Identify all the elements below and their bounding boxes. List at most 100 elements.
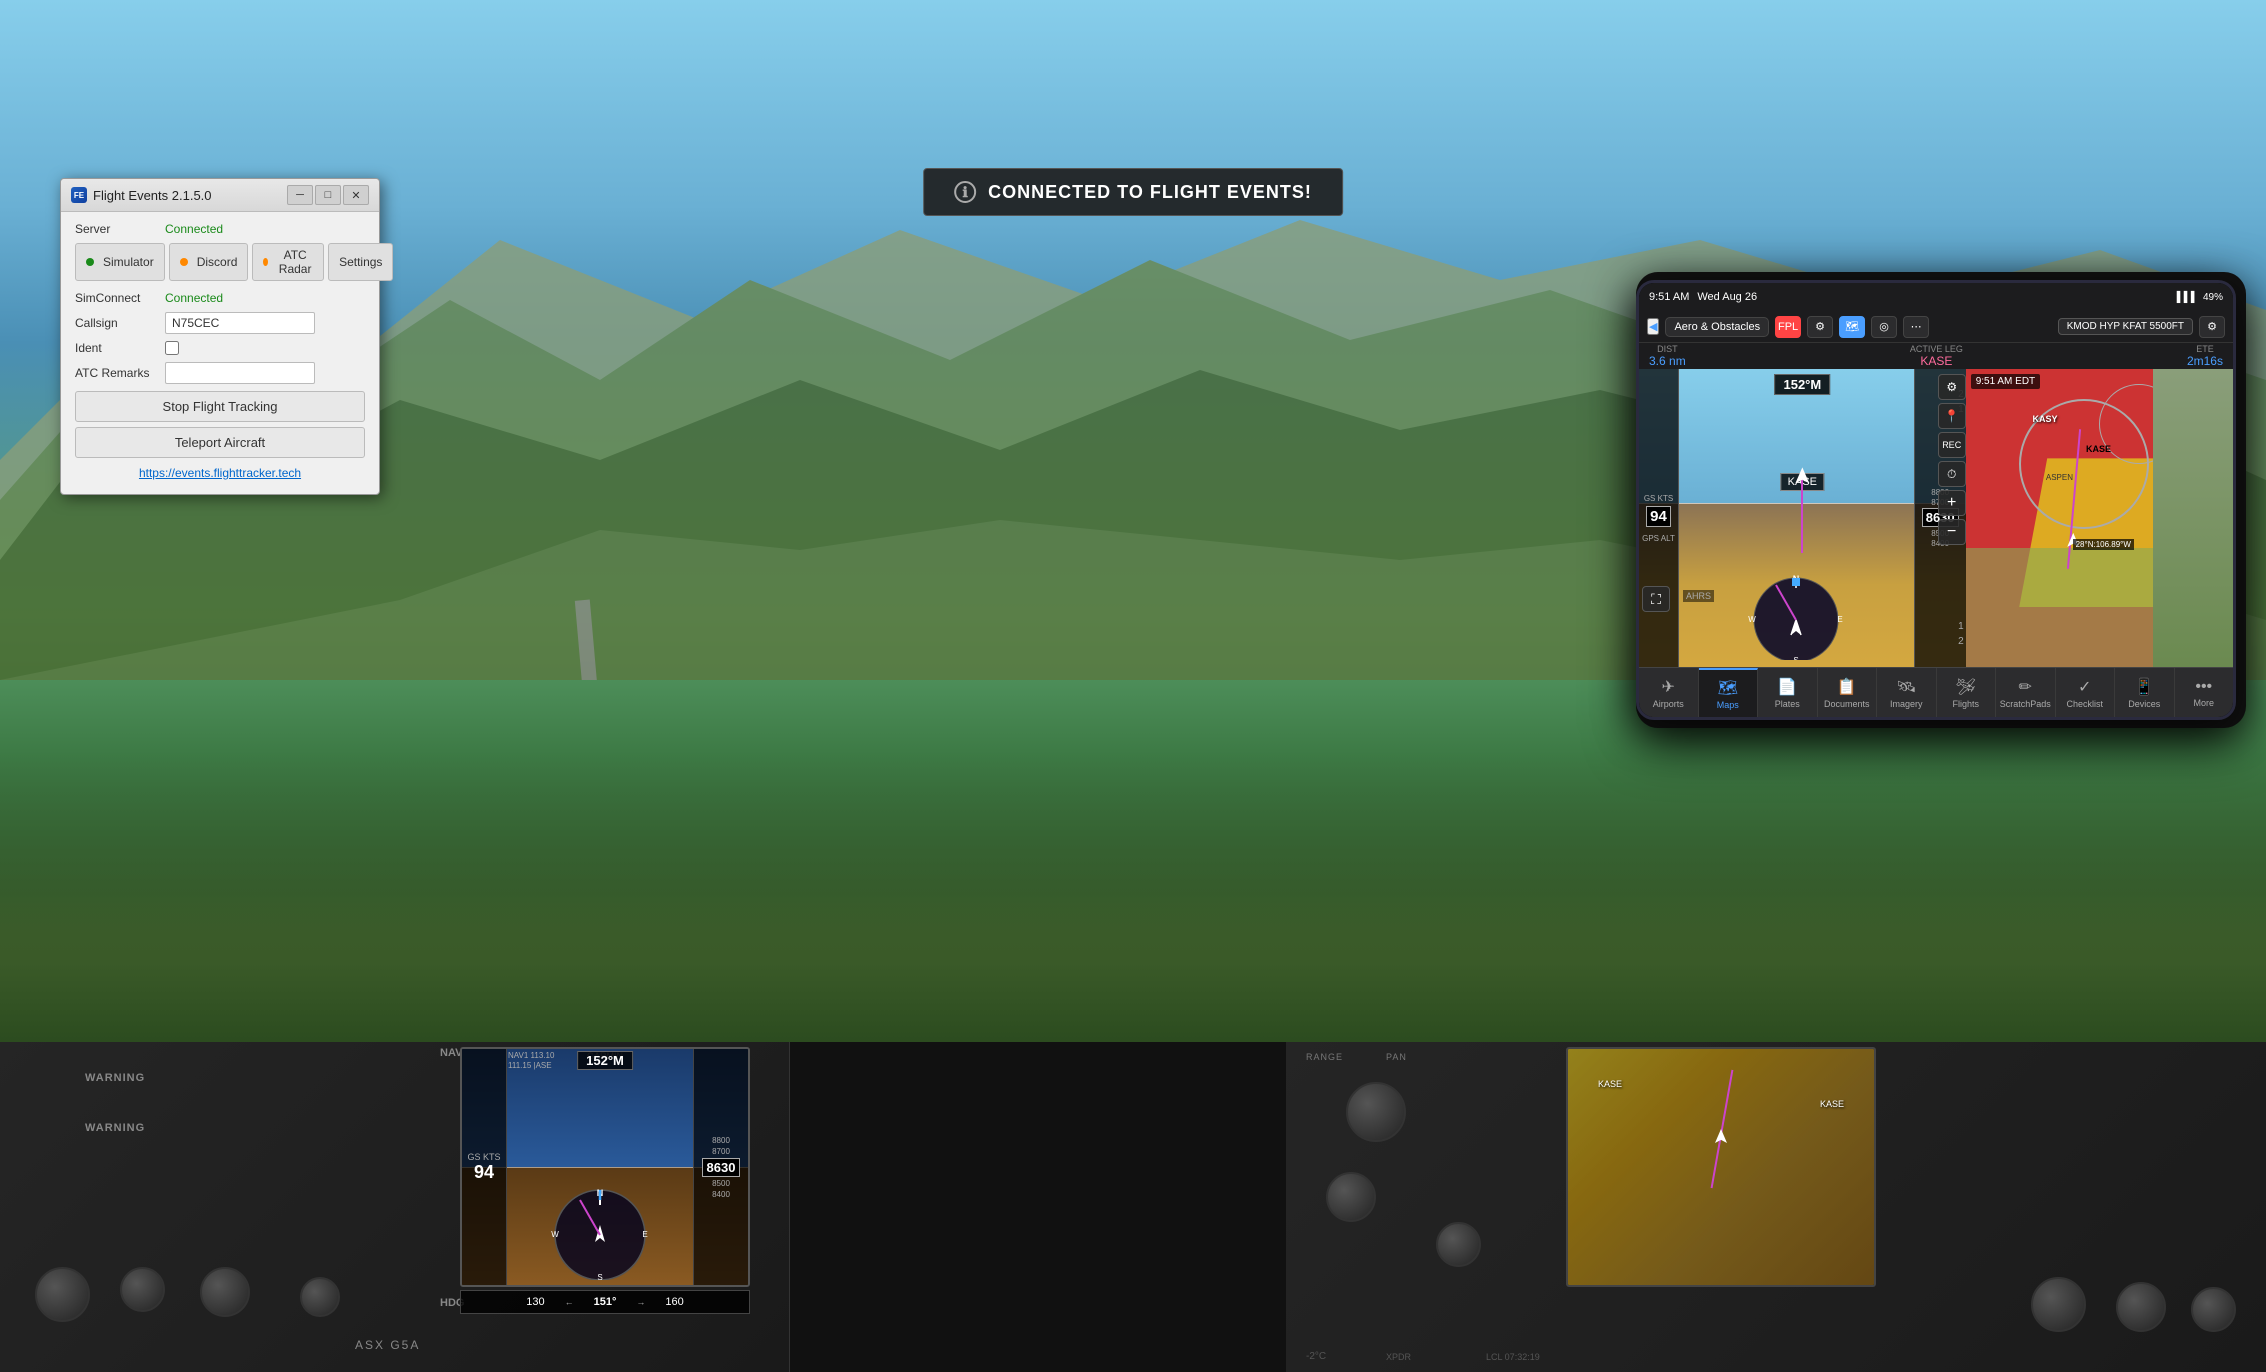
ff-time: 9:51 AM (1649, 291, 1689, 303)
plates-label: Plates (1775, 699, 1800, 709)
knob-4[interactable] (300, 1277, 340, 1317)
ident-row: Ident (75, 341, 365, 355)
toolbar-plates[interactable]: 📄 Plates (1758, 668, 1818, 717)
ff-gskts-label: GS KTS (1644, 494, 1673, 503)
knob-right-1[interactable] (1346, 1082, 1406, 1142)
close-button[interactable]: ✕ (343, 185, 369, 205)
maps-icon: 🗺 (1718, 678, 1738, 698)
ff-toolbar: ✈ Airports 🗺 Maps 📄 Plates 📋 Documents 🛰… (1639, 667, 2233, 717)
mfd-screen: KASE KASE (1568, 1049, 1874, 1285)
svg-text:W: W (1749, 615, 1757, 624)
atc-dot (263, 258, 268, 266)
maps-label: Maps (1717, 700, 1739, 710)
tab-settings[interactable]: Settings (328, 243, 393, 281)
side-tool-plus[interactable]: + (1938, 490, 1966, 516)
side-tool-settings[interactable]: ⚙ (1938, 374, 1966, 400)
knob-right-3[interactable] (1436, 1222, 1481, 1267)
restore-button[interactable]: □ (315, 185, 341, 205)
knob-3[interactable] (200, 1267, 250, 1317)
knob-1[interactable] (35, 1267, 90, 1322)
aircraft-callsign: ASX G5A (355, 1338, 420, 1352)
warning-label-2: WARNING (85, 1122, 145, 1134)
ff-map-area[interactable]: GS KTS 94 GPS ALT 8800 8700 8630 8500 84… (1639, 369, 2233, 667)
knob-right-4[interactable] (2031, 1277, 2086, 1332)
knob-right-5[interactable] (2116, 1282, 2166, 1332)
toolbar-flights[interactable]: 🛩 Flights (1937, 668, 1997, 717)
tab-simulator-label: Simulator (103, 255, 154, 269)
simconnect-label: SimConnect (75, 291, 165, 305)
ff-status-icons: ▌▌▌ 49% (2177, 292, 2223, 303)
ff-route-settings[interactable]: ⚙ (2199, 316, 2225, 338)
toolbar-scratchpads[interactable]: ✏ ScratchPads (1996, 668, 2056, 717)
tab-atc-radar[interactable]: ATC Radar (252, 243, 324, 281)
window-titlebar: FE Flight Events 2.1.5.0 ─ □ ✕ (61, 179, 379, 212)
ff-back-button[interactable]: ◀ (1647, 318, 1659, 335)
ff-map-type-btn[interactable]: 🗺 (1839, 316, 1865, 338)
tab-bar: Simulator Discord ATC Radar Settings (75, 243, 365, 281)
rec-label: REC (1942, 440, 1961, 450)
ff-compass-area: N E S W (1679, 567, 1914, 662)
fullscreen-btn[interactable]: ⛶ (1642, 586, 1670, 612)
toolbar-maps[interactable]: 🗺 Maps (1699, 668, 1759, 717)
tab-settings-label: Settings (339, 255, 382, 269)
toolbar-devices[interactable]: 📱 Devices (2115, 668, 2175, 717)
toolbar-checklist[interactable]: ✓ Checklist (2056, 668, 2116, 717)
atc-remarks-label: ATC Remarks (75, 366, 165, 380)
chart-kasy-label: KASY (2033, 414, 2058, 424)
heading-display: 152°M (577, 1051, 633, 1070)
tab-discord[interactable]: Discord (169, 243, 249, 281)
side-tool-rec[interactable]: REC (1938, 432, 1966, 458)
time-overlay: 9:51 AM EDT (1971, 374, 2040, 389)
toolbar-imagery[interactable]: 🛰 Imagery (1877, 668, 1937, 717)
side-tool-timer[interactable]: ⏱ (1938, 461, 1966, 487)
map-type-dropdown[interactable]: Aero & Obstacles (1665, 317, 1769, 337)
ff-settings-btn[interactable]: ⚙ (1807, 316, 1833, 338)
terrain-ground (0, 752, 2266, 1052)
flights-label: Flights (1952, 699, 1979, 709)
flighttracker-link[interactable]: https://events.flighttracker.tech (75, 466, 365, 480)
flights-icon: 🛩 (1956, 677, 1976, 697)
toolbar-documents[interactable]: 📋 Documents (1818, 668, 1878, 717)
stop-tracking-button[interactable]: Stop Flight Tracking (75, 391, 365, 422)
simconnect-row: SimConnect Connected (75, 291, 365, 305)
knob-2[interactable] (120, 1267, 165, 1312)
minimize-button[interactable]: ─ (287, 185, 313, 205)
ff-nav-row: ◀ Aero & Obstacles FPL ⚙ 🗺 ◎ ⋯ KMOD HYP … (1639, 311, 2233, 343)
toolbar-more[interactable]: ••• More (2175, 668, 2234, 717)
dist-label: DIST (1657, 344, 1678, 354)
xpdr-label: XPDR (1386, 1352, 1411, 1362)
cockpit-right: RANGE PAN -2°C XPDR LCL 07:32:19 KASE (1286, 1042, 2266, 1372)
hsi-area: N E S W (507, 1175, 693, 1285)
ff-gps-alt-label: GPS ALT (1642, 534, 1675, 543)
teleport-button[interactable]: Teleport Aircraft (75, 427, 365, 458)
callsign-input[interactable] (165, 312, 315, 334)
fpl-button[interactable]: FPL (1775, 316, 1801, 338)
atc-remarks-input[interactable] (165, 362, 315, 384)
ff-time-date: 9:51 AM Wed Aug 26 (1649, 291, 1757, 303)
active-leg-label: ACTIVE LEG (1910, 344, 1963, 354)
ff-status-bar: 9:51 AM Wed Aug 26 ▌▌▌ 49% (1639, 283, 2233, 311)
knob-right-6[interactable] (2191, 1287, 2236, 1332)
ff-layers-btn[interactable]: ◎ (1871, 316, 1897, 338)
devices-icon: 📱 (2134, 677, 2154, 697)
mfd-airport-label: KASE (1820, 1099, 1844, 1109)
dist-item: DIST 3.6 nm (1649, 344, 1686, 368)
side-tool-minus[interactable]: − (1938, 519, 1966, 545)
knob-right-2[interactable] (1326, 1172, 1376, 1222)
tab-simulator[interactable]: Simulator (75, 243, 165, 281)
ff-more-btn[interactable]: ⋯ (1903, 316, 1929, 338)
discord-dot (180, 258, 188, 266)
garmin-pfd: GARMIN GS KTS 94 8800 8700 8630 8500 840… (460, 1047, 750, 1287)
side-tool-pin[interactable]: 📍 (1938, 403, 1966, 429)
wifi-icon: ▌▌▌ (2177, 292, 2198, 303)
plates-icon: 📄 (1777, 677, 1797, 697)
lcl-time: LCL 07:32:19 (1486, 1352, 1540, 1362)
chart-kase-label: KASE (2086, 444, 2111, 454)
chart-mountains (2153, 369, 2233, 667)
toolbar-airports[interactable]: ✈ Airports (1639, 668, 1699, 717)
scratchpads-label: ScratchPads (2000, 699, 2051, 709)
ident-checkbox[interactable] (165, 341, 179, 355)
ident-label: Ident (75, 341, 165, 355)
svg-text:E: E (1838, 615, 1843, 624)
ete-label: ETE (2196, 344, 2214, 354)
